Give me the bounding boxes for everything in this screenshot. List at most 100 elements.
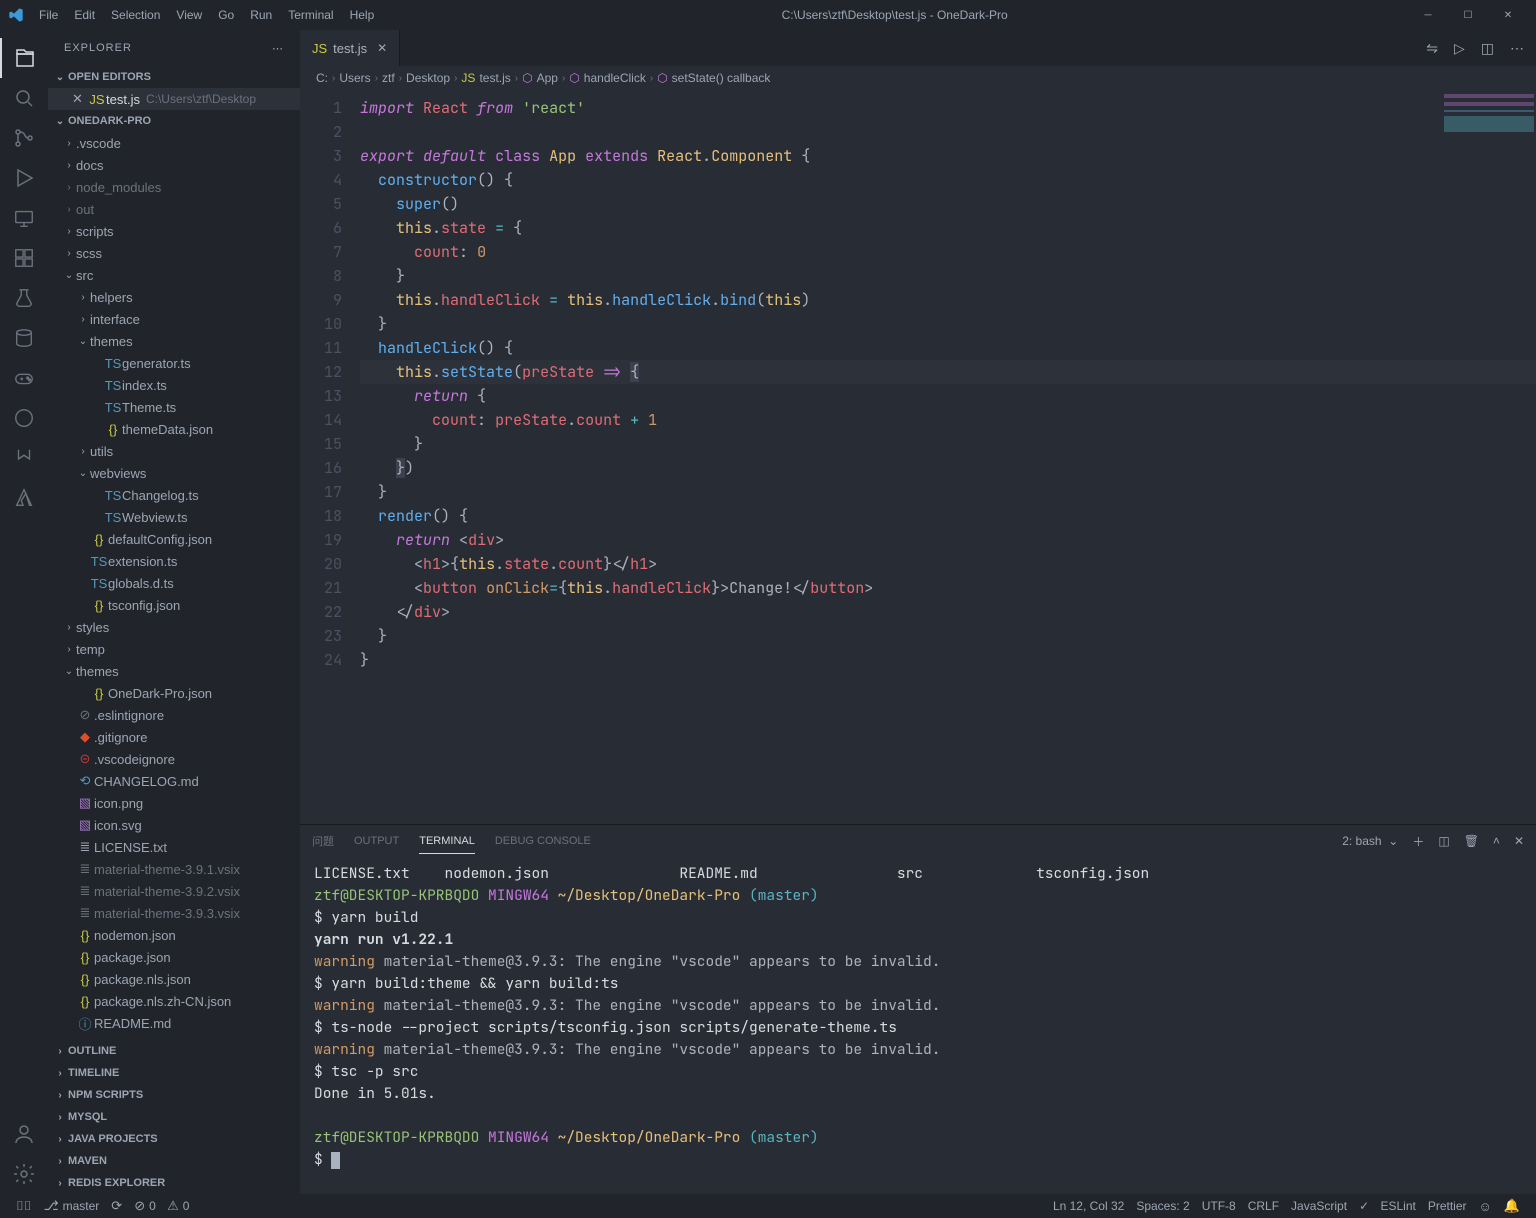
tree-item-Webview.ts[interactable]: TSWebview.ts xyxy=(48,506,300,528)
terminal-selector[interactable]: 2: bash ⌄ xyxy=(1342,834,1398,848)
code-area[interactable]: import React from 'react'export default … xyxy=(360,90,1536,824)
tree-item-README.md[interactable]: ⓘREADME.md xyxy=(48,1012,300,1034)
tree-item-icon.svg[interactable]: ▧icon.svg xyxy=(48,814,300,836)
tree-item-index.ts[interactable]: TSindex.ts xyxy=(48,374,300,396)
tree-item-icon.png[interactable]: ▧icon.png xyxy=(48,792,300,814)
tab-close-icon[interactable]: ✕ xyxy=(377,41,387,55)
close-window-button[interactable]: ✕ xyxy=(1488,0,1528,30)
terminal-output[interactable]: LICENSE.txt nodemon.json README.md src t… xyxy=(300,857,1536,1194)
open-editors-header[interactable]: ⌄OPEN EDITORS xyxy=(48,66,300,88)
section-mysql[interactable]: ›MYSQL xyxy=(48,1106,300,1128)
maximize-panel-icon[interactable]: ˄ xyxy=(1493,834,1500,848)
tree-item-themes[interactable]: ⌄themes xyxy=(48,660,300,682)
gamepad-icon[interactable] xyxy=(0,358,48,398)
tree-item-globals.d.ts[interactable]: TSglobals.d.ts xyxy=(48,572,300,594)
tree-item-CHANGELOG.md[interactable]: ⟲CHANGELOG.md xyxy=(48,770,300,792)
panel-tab-problems[interactable]: 问题 xyxy=(312,827,334,855)
search-icon[interactable] xyxy=(0,78,48,118)
tree-item-docs[interactable]: ›docs xyxy=(48,154,300,176)
tree-item-node_modules[interactable]: ›node_modules xyxy=(48,176,300,198)
tree-item-.eslintignore[interactable]: ⊘.eslintignore xyxy=(48,704,300,726)
notifications-icon[interactable]: 🔔 xyxy=(1498,1198,1526,1214)
database-icon[interactable] xyxy=(0,318,48,358)
menu-run[interactable]: Run xyxy=(243,4,279,26)
status-icon[interactable] xyxy=(0,438,48,478)
eslint-status[interactable]: ✓ ESLint xyxy=(1353,1198,1422,1214)
tree-item-extension.ts[interactable]: TSextension.ts xyxy=(48,550,300,572)
tree-item-helpers[interactable]: ›helpers xyxy=(48,286,300,308)
problems-status[interactable]: ⊘0 ⚠0 xyxy=(128,1198,195,1214)
eol[interactable]: CRLF xyxy=(1242,1198,1285,1214)
panel-tab-debug[interactable]: DEBUG CONSOLE xyxy=(495,829,591,853)
tree-item-Theme.ts[interactable]: TSTheme.ts xyxy=(48,396,300,418)
tab-test-js[interactable]: JS test.js ✕ xyxy=(300,30,400,66)
remote-indicator[interactable]: ⌷⌷ xyxy=(10,1198,38,1214)
minimize-button[interactable]: ─ xyxy=(1408,0,1448,30)
sidebar-more-icon[interactable]: ⋯ xyxy=(272,42,284,55)
run-debug-icon[interactable] xyxy=(0,158,48,198)
section-maven[interactable]: ›MAVEN xyxy=(48,1150,300,1172)
tree-item-out[interactable]: ›out xyxy=(48,198,300,220)
git-branch[interactable]: ⎇master xyxy=(38,1198,106,1214)
workspace-header[interactable]: ⌄ONEDARK-PRO xyxy=(48,110,300,132)
kill-terminal-icon[interactable]: 🗑 xyxy=(1464,834,1479,848)
settings-gear-icon[interactable] xyxy=(0,1154,48,1194)
section-outline[interactable]: ›OUTLINE xyxy=(48,1040,300,1062)
section-timeline[interactable]: ›TIMELINE xyxy=(48,1062,300,1084)
tree-item-OneDark-Pro.json[interactable]: {}OneDark-Pro.json xyxy=(48,682,300,704)
testing-icon[interactable] xyxy=(0,278,48,318)
explorer-icon[interactable] xyxy=(0,38,48,78)
section-npm-scripts[interactable]: ›NPM SCRIPTS xyxy=(48,1084,300,1106)
tree-item-package.nls.json[interactable]: {}package.nls.json xyxy=(48,968,300,990)
source-control-icon[interactable] xyxy=(0,118,48,158)
tree-item-scripts[interactable]: ›scripts xyxy=(48,220,300,242)
tree-item-.gitignore[interactable]: ◆.gitignore xyxy=(48,726,300,748)
remote-explorer-icon[interactable] xyxy=(0,198,48,238)
section-redis-explorer[interactable]: ›REDIS EXPLORER xyxy=(48,1172,300,1194)
menu-terminal[interactable]: Terminal xyxy=(281,4,340,26)
maximize-button[interactable]: ☐ xyxy=(1448,0,1488,30)
tree-item-.vscodeignore[interactable]: ⊝.vscodeignore xyxy=(48,748,300,770)
tree-item-tsconfig.json[interactable]: {}tsconfig.json xyxy=(48,594,300,616)
compare-changes-icon[interactable]: ⇋ xyxy=(1426,40,1438,57)
breadcrumbs[interactable]: C:› Users› ztf› Desktop› JS test.js› ⬡ A… xyxy=(300,66,1536,90)
tree-item-defaultConfig.json[interactable]: {}defaultConfig.json xyxy=(48,528,300,550)
tree-item-material-theme-3.9.1.vsix[interactable]: ≣material-theme-3.9.1.vsix xyxy=(48,858,300,880)
editor-body[interactable]: 123456789101112131415161718192021222324 … xyxy=(300,90,1536,824)
prettier-status[interactable]: Prettier xyxy=(1422,1198,1473,1214)
menu-edit[interactable]: Edit xyxy=(67,4,102,26)
tree-item-Changelog.ts[interactable]: TSChangelog.ts xyxy=(48,484,300,506)
cursor-position[interactable]: Ln 12, Col 32 xyxy=(1047,1198,1130,1214)
menu-selection[interactable]: Selection xyxy=(104,4,167,26)
new-terminal-icon[interactable]: ＋ xyxy=(1412,833,1424,850)
tree-item-material-theme-3.9.3.vsix[interactable]: ≣material-theme-3.9.3.vsix xyxy=(48,902,300,924)
editor-more-icon[interactable]: ⋯ xyxy=(1510,40,1524,57)
encoding[interactable]: UTF-8 xyxy=(1196,1198,1242,1214)
language-mode[interactable]: JavaScript xyxy=(1285,1198,1353,1214)
file-tree[interactable]: ›.vscode›docs›node_modules›out›scripts›s… xyxy=(48,132,300,1040)
tree-item-src[interactable]: ⌄src xyxy=(48,264,300,286)
feedback-icon[interactable]: ☺ xyxy=(1473,1198,1498,1214)
tree-item-scss[interactable]: ›scss xyxy=(48,242,300,264)
minimap[interactable] xyxy=(1444,94,1534,184)
panel-tab-terminal[interactable]: TERMINAL xyxy=(419,829,475,854)
split-terminal-icon[interactable]: ◫ xyxy=(1438,834,1449,848)
tree-item-package.json[interactable]: {}package.json xyxy=(48,946,300,968)
extensions-icon[interactable] xyxy=(0,238,48,278)
menu-help[interactable]: Help xyxy=(343,4,382,26)
panel-tab-output[interactable]: OUTPUT xyxy=(354,829,399,853)
tree-item-themeData.json[interactable]: {}themeData.json xyxy=(48,418,300,440)
tree-item-temp[interactable]: ›temp xyxy=(48,638,300,660)
tree-item-LICENSE.txt[interactable]: ≣LICENSE.txt xyxy=(48,836,300,858)
edge-icon[interactable] xyxy=(0,398,48,438)
close-panel-icon[interactable]: ✕ xyxy=(1514,834,1524,848)
tree-item-generator.ts[interactable]: TSgenerator.ts xyxy=(48,352,300,374)
tree-item-nodemon.json[interactable]: {}nodemon.json xyxy=(48,924,300,946)
run-file-icon[interactable]: ▷ xyxy=(1454,40,1465,57)
menu-go[interactable]: Go xyxy=(211,4,241,26)
indentation[interactable]: Spaces: 2 xyxy=(1130,1198,1195,1214)
open-editor-item[interactable]: ✕ JS test.js C:\Users\ztf\Desktop xyxy=(48,88,300,110)
tree-item-webviews[interactable]: ⌄webviews xyxy=(48,462,300,484)
tree-item-material-theme-3.9.2.vsix[interactable]: ≣material-theme-3.9.2.vsix xyxy=(48,880,300,902)
tree-item-styles[interactable]: ›styles xyxy=(48,616,300,638)
